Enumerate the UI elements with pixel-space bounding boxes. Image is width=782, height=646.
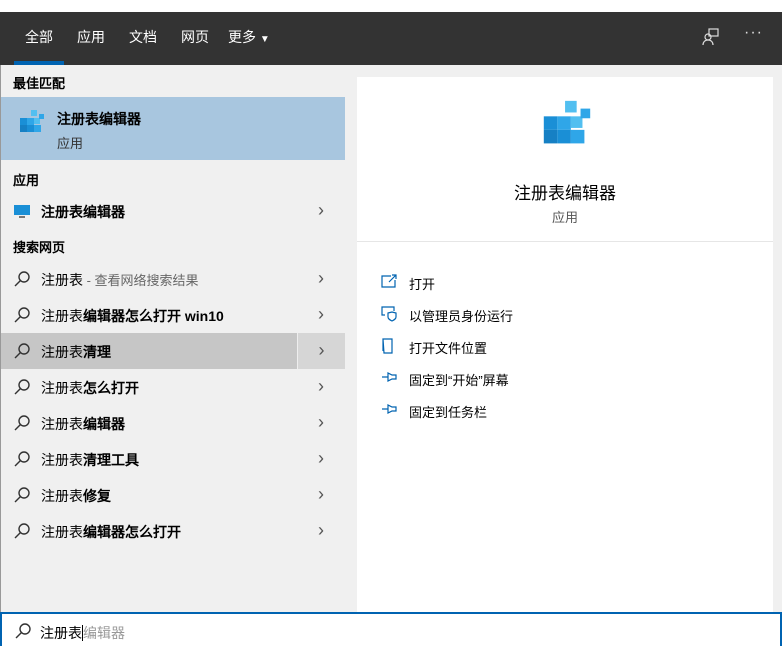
search-icon xyxy=(14,451,30,467)
detail-card: 注册表编辑器 应用 打开 以管理员身份运行 打开文件位置 固定到“开始”屏幕 固… xyxy=(357,77,773,612)
web-item-label: 注册表编辑器怎么打开 win10 xyxy=(41,308,224,324)
web-item-label: 注册表清理 xyxy=(41,344,111,360)
detail-title: 注册表编辑器 xyxy=(514,184,616,203)
chevron-right-icon[interactable]: › xyxy=(297,405,345,441)
search-box[interactable]: 注册表编辑器 xyxy=(0,612,782,646)
action-label: 打开文件位置 xyxy=(409,341,488,356)
search-input[interactable]: 注册表编辑器 xyxy=(40,623,125,643)
best-match-title: 注册表编辑器 xyxy=(57,111,141,127)
chevron-right-icon[interactable]: › xyxy=(297,193,345,229)
web-search-item[interactable]: 注册表怎么打开 › xyxy=(1,369,345,405)
tab-web[interactable]: 网页 xyxy=(172,12,218,65)
web-search-item[interactable]: 注册表编辑器怎么打开 › xyxy=(1,513,345,549)
pin-icon xyxy=(382,404,397,414)
monitor-icon xyxy=(14,205,30,218)
search-icon xyxy=(15,623,31,639)
more-options-icon[interactable]: ··· xyxy=(744,24,763,42)
detail-panel: 注册表编辑器 应用 打开 以管理员身份运行 打开文件位置 固定到“开始”屏幕 固… xyxy=(345,65,782,612)
chevron-right-icon[interactable]: › xyxy=(297,477,345,513)
web-item-label: 注册表 - 查看网络搜索结果 xyxy=(41,272,199,288)
web-search-item[interactable]: 注册表清理 › xyxy=(1,333,345,369)
web-search-item[interactable]: 注册表编辑器怎么打开 win10 › xyxy=(1,297,345,333)
shield-icon xyxy=(381,306,397,322)
desktop-strip xyxy=(0,0,782,12)
chevron-right-icon[interactable]: › xyxy=(297,261,345,297)
action-label: 打开 xyxy=(409,277,436,292)
action-label: 固定到任务栏 xyxy=(409,405,488,420)
web-search-item[interactable]: 注册表清理工具 › xyxy=(1,441,345,477)
best-match-subtitle: 应用 xyxy=(57,136,84,151)
action-label: 以管理员身份运行 xyxy=(409,309,514,324)
web-search-item[interactable]: 注册表编辑器 › xyxy=(1,405,345,441)
app-item-label: 注册表编辑器 xyxy=(41,204,125,220)
search-icon xyxy=(14,523,30,539)
action-label: 固定到“开始”屏幕 xyxy=(409,373,509,388)
chevron-right-icon[interactable]: › xyxy=(297,441,345,477)
chevron-right-icon[interactable]: › xyxy=(297,333,345,369)
tab-more-label: 更多 xyxy=(228,29,256,45)
chevron-right-icon[interactable]: › xyxy=(297,513,345,549)
search-suggestion: 编辑器 xyxy=(82,625,125,641)
divider xyxy=(357,241,773,242)
tab-more[interactable]: 更多 ▼ xyxy=(228,12,284,65)
pin-icon xyxy=(382,372,397,382)
results-panel: 最佳匹配 注册表编辑器 应用 应用 注册表编辑器 › 搜索网页 注册表 - 查看… xyxy=(0,65,345,612)
detail-subtitle: 应用 xyxy=(551,210,578,225)
open-icon xyxy=(381,274,397,288)
web-search-item[interactable]: 注册表修复 › xyxy=(1,477,345,513)
section-best-match: 最佳匹配 xyxy=(13,76,66,91)
app-item[interactable]: 注册表编辑器 › xyxy=(1,193,345,229)
search-typed-text: 注册表 xyxy=(40,625,82,641)
tab-apps[interactable]: 应用 xyxy=(68,12,114,65)
web-item-label: 注册表怎么打开 xyxy=(41,380,139,396)
header-bar: 全部 应用 文档 网页 更多 ▼ ··· xyxy=(0,12,782,65)
registry-editor-icon xyxy=(20,110,44,132)
search-icon xyxy=(14,415,30,431)
registry-editor-large-icon xyxy=(543,100,591,144)
chevron-right-icon[interactable]: › xyxy=(297,297,345,333)
search-icon xyxy=(14,307,30,323)
search-icon xyxy=(14,487,30,503)
web-item-label: 注册表修复 xyxy=(41,488,111,504)
section-web: 搜索网页 xyxy=(13,240,66,255)
chevron-right-icon[interactable]: › xyxy=(297,369,345,405)
best-match-item[interactable]: 注册表编辑器 应用 xyxy=(1,97,345,160)
folder-location-icon xyxy=(382,338,393,354)
feedback-icon[interactable] xyxy=(702,28,720,51)
search-icon xyxy=(14,379,30,395)
section-apps: 应用 xyxy=(13,173,40,188)
tab-all[interactable]: 全部 xyxy=(14,12,64,65)
search-icon xyxy=(14,271,30,287)
caret-down-icon: ▼ xyxy=(259,34,270,45)
web-item-label: 注册表编辑器怎么打开 xyxy=(41,524,181,540)
search-icon xyxy=(14,343,30,359)
web-item-label: 注册表清理工具 xyxy=(41,452,139,468)
web-search-item[interactable]: 注册表 - 查看网络搜索结果 › xyxy=(1,261,345,297)
web-item-label: 注册表编辑器 xyxy=(41,416,125,432)
tab-documents[interactable]: 文档 xyxy=(120,12,166,65)
